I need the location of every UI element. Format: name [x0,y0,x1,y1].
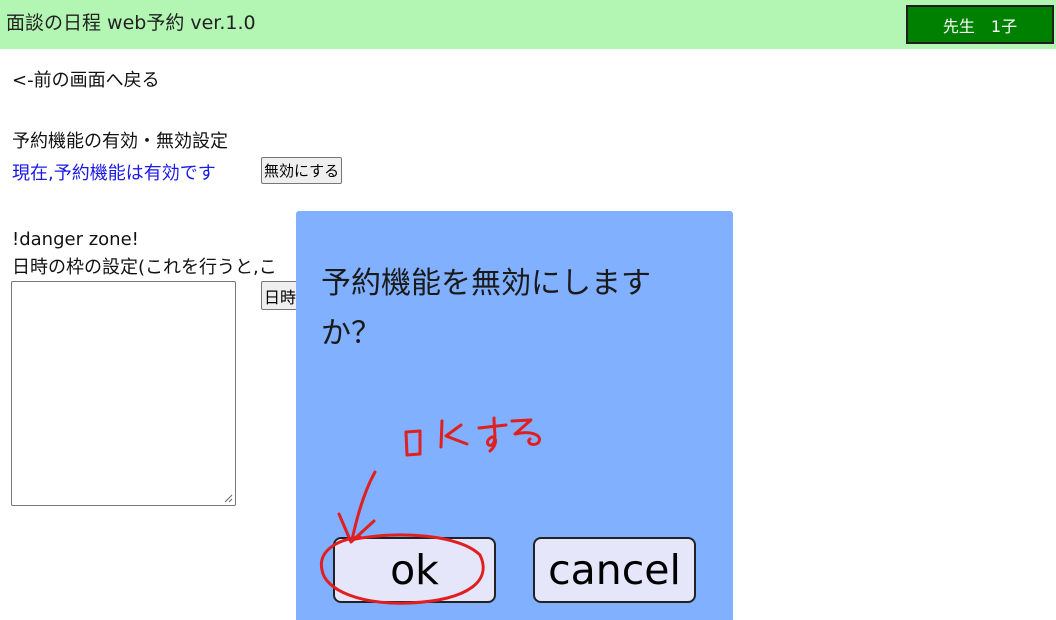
confirm-dialog: 予約機能を無効にしますか？ ok cancel [296,211,733,620]
danger-zone-title: !danger zone! [12,229,139,250]
resize-handle-icon[interactable] [224,494,233,503]
user-badge[interactable]: 先生 1子 [906,5,1054,44]
cancel-button[interactable]: cancel [533,537,696,603]
back-link[interactable]: <-前の画面へ戻る [12,66,160,92]
slot-textarea[interactable] [11,281,236,506]
slot-setting-description: 日時の枠の設定(これを行うと,こ [12,257,277,278]
app-title: 面談の日程 web予約 ver.1.0 [6,12,256,34]
ok-button[interactable]: ok [333,537,496,603]
dialog-message: 予約機能を無効にしますか？ [321,266,651,351]
reservation-section-title: 予約機能の有効・無効設定 [12,131,228,152]
disable-reservation-button[interactable]: 無効にする [261,157,343,184]
header-bar: 面談の日程 web予約 ver.1.0 先生 1子 [0,0,1056,49]
reservation-status-text: 現在,予約機能は有効です [12,163,216,184]
